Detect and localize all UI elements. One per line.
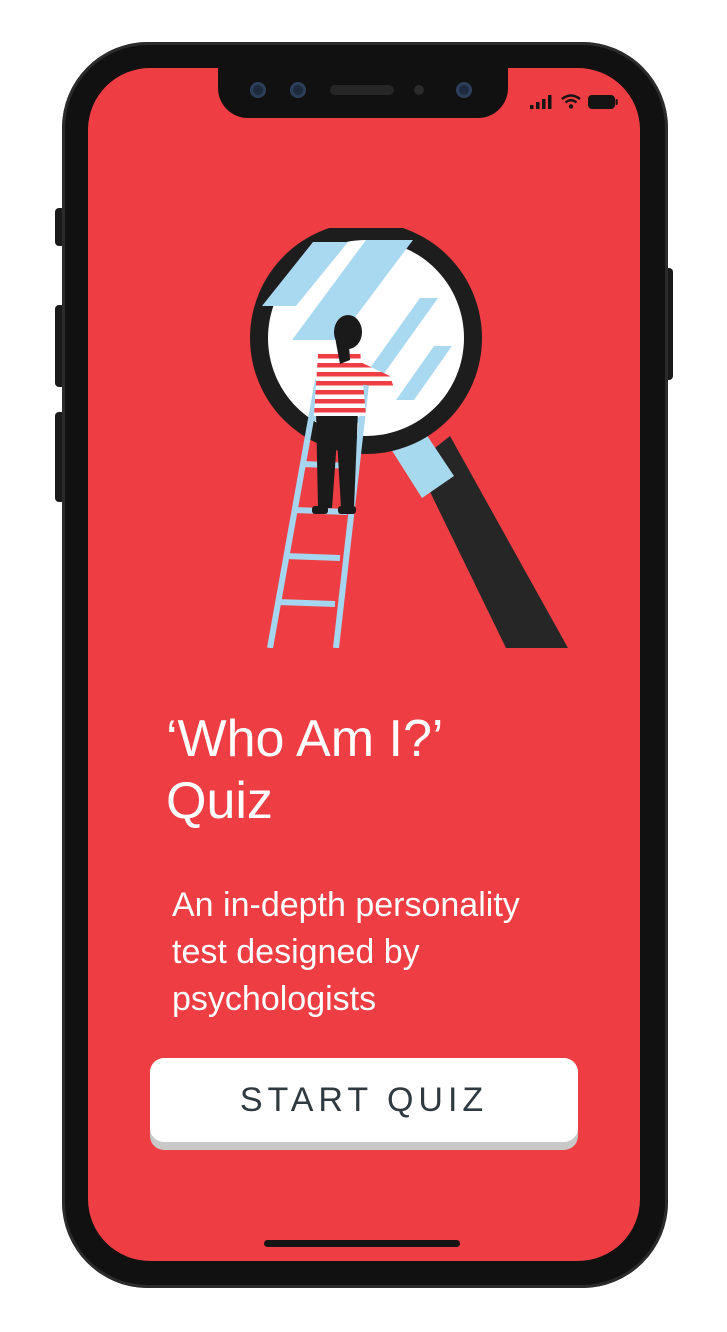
signal-icon <box>530 94 552 109</box>
front-camera-lens-icon <box>456 82 472 98</box>
status-bar <box>530 94 618 109</box>
description-line-3: psychologists <box>172 980 377 1018</box>
home-indicator[interactable] <box>264 1240 460 1247</box>
title-line-2: Quiz <box>166 772 273 830</box>
quiz-description: An in-depth personality test designed by… <box>172 882 612 1023</box>
magnifying-glass-ladder-illustration <box>250 228 568 648</box>
description-line-2: test designed by <box>172 933 420 971</box>
start-quiz-button[interactable]: START QUIZ <box>150 1058 578 1142</box>
description-line-1: An in-depth personality <box>172 886 520 924</box>
face-sensor-icon <box>290 82 306 98</box>
wifi-icon <box>561 94 581 109</box>
front-camera-icon <box>250 82 266 98</box>
title-line-1: ‘Who Am I?’ <box>166 710 444 768</box>
proximity-sensor <box>414 85 424 95</box>
notch <box>218 68 508 118</box>
page-title: ‘Who Am I?’ Quiz <box>166 708 626 832</box>
earpiece-speaker <box>330 85 394 95</box>
app-preview: ‘Who Am I?’ Quiz An in-depth personality… <box>0 0 727 1332</box>
battery-icon <box>588 94 618 109</box>
phone-screen: ‘Who Am I?’ Quiz An in-depth personality… <box>88 68 640 1261</box>
phone-frame: ‘Who Am I?’ Quiz An in-depth personality… <box>62 42 668 1288</box>
